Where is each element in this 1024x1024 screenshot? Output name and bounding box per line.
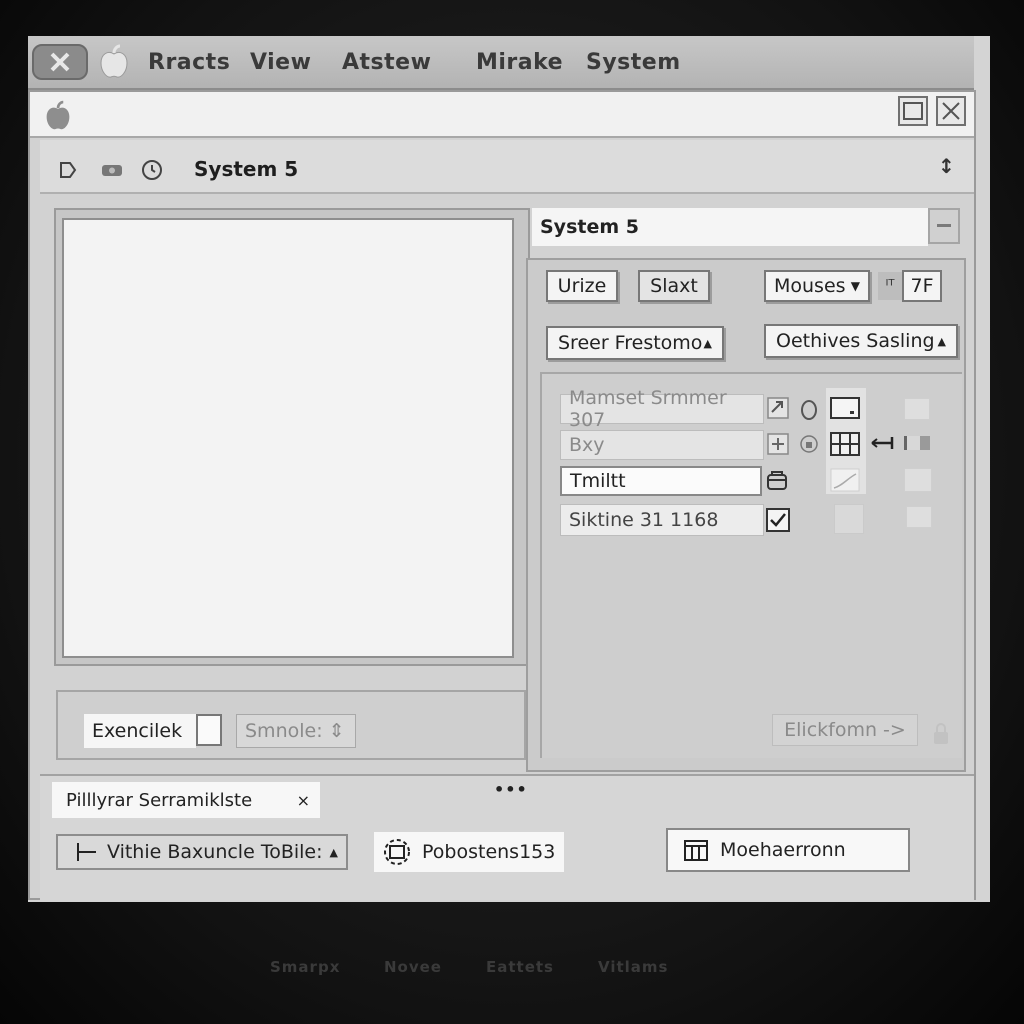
exencilek-checkbox[interactable]: [196, 714, 222, 746]
oethives-sasling-label: Oethives Sasling: [776, 330, 935, 352]
moehaerronn-label: Moehaerronn: [720, 839, 846, 861]
right-header-collapse-button[interactable]: [928, 208, 960, 244]
close-button[interactable]: [936, 96, 966, 126]
toolbar-resize-glyph[interactable]: ↕: [938, 154, 955, 178]
drawing-canvas[interactable]: [62, 218, 514, 658]
menu-item-mirake[interactable]: Mirake: [476, 50, 563, 75]
taskbar-item-vitlams[interactable]: Vitlams: [598, 958, 668, 976]
calendar-icon: [684, 840, 708, 861]
vithie-dropdown-label: Vithie Baxuncle ToBile:: [107, 841, 323, 863]
lock-faded-icon: [934, 723, 948, 744]
system-menu-button[interactable]: [32, 44, 88, 80]
faded-tool-slot-3[interactable]: [906, 506, 932, 528]
maximize-icon: [903, 102, 923, 120]
camera-icon[interactable]: [100, 162, 124, 178]
elickfomn-button[interactable]: Elickfomn ->: [772, 714, 918, 746]
menu-item-view[interactable]: View: [250, 50, 311, 75]
window-titlebar[interactable]: [30, 92, 974, 138]
chevron-down-icon: ▼: [850, 279, 860, 293]
clock-icon[interactable]: [140, 158, 164, 182]
add-icon[interactable]: [766, 432, 790, 456]
gear-icon: [384, 839, 410, 865]
rectangle-tool-icon[interactable]: [828, 394, 862, 422]
taskbar-item-novee[interactable]: Novee: [384, 958, 442, 976]
lock-icon[interactable]: [798, 432, 820, 454]
faded-tool-slot-1[interactable]: [904, 398, 930, 420]
collapse-icon: [937, 224, 951, 227]
exencilek-label: Exencilek: [92, 720, 183, 742]
curve-tool-icon[interactable]: [828, 466, 862, 494]
status-chip-label: Pilllyrar Serramiklste: [66, 789, 253, 811]
form-row-bxy-text: Bxy: [569, 434, 605, 456]
toolbar: [40, 140, 974, 194]
sreer-frestomo-dropdown[interactable]: Sreer Frestomo ▲: [546, 326, 724, 360]
urize-button[interactable]: Urize: [546, 270, 618, 302]
toolbar-title: System 5: [194, 157, 299, 181]
slider-handle-icon[interactable]: [902, 432, 932, 454]
form-row-bxy[interactable]: Bxy: [560, 430, 764, 460]
blank-tool-slot[interactable]: [834, 504, 864, 534]
form-row-tmiltt[interactable]: Tmiltt: [560, 466, 762, 496]
status-chip[interactable]: Pilllyrar Serramiklste ×: [52, 782, 320, 818]
moehaerronn-field[interactable]: Moehaerronn: [666, 828, 910, 872]
oethives-sasling-dropdown[interactable]: Oethives Sasling ▲: [764, 324, 958, 358]
form-row-mamset[interactable]: Mamset Srmmer 307: [560, 387, 764, 431]
mouses-dropdown-label: Mouses: [774, 275, 846, 297]
arrow-left-icon[interactable]: [870, 434, 896, 452]
document-icon[interactable]: [58, 160, 78, 180]
chevron-up-icon: ▲: [703, 336, 712, 350]
ellipse-tool-icon[interactable]: [798, 398, 820, 422]
menu-item-rracts[interactable]: Rracts: [148, 50, 230, 75]
form-row-mamset-text: Mamset Srmmer 307: [569, 387, 727, 431]
slaxt-button[interactable]: Slaxt: [638, 270, 710, 302]
more-dots-icon[interactable]: •••: [494, 780, 528, 799]
close-icon[interactable]: ×: [297, 791, 310, 810]
form-row-siktine[interactable]: Siktine 31 1168: [560, 504, 764, 536]
flag-icon: [77, 843, 96, 861]
form-row-tmiltt-text: Tmiltt: [570, 470, 626, 492]
value-box-7f[interactable]: 7F: [902, 270, 942, 302]
chevron-up-icon: ▲: [937, 334, 946, 348]
window-apple-icon: [46, 100, 70, 130]
menu-item-system[interactable]: System: [586, 50, 681, 75]
printer-icon[interactable]: [764, 468, 790, 494]
close-icon: [942, 102, 960, 120]
pobostens-badge[interactable]: Pobostens153: [374, 832, 564, 872]
apple-icon[interactable]: [98, 44, 130, 80]
pobostens-label: Pobostens153: [422, 841, 556, 863]
grid-tool-icon[interactable]: [828, 430, 862, 458]
exencilek-field[interactable]: Exencilek: [84, 714, 196, 748]
smnole-button[interactable]: Smnole: ⇕: [236, 714, 356, 748]
chevron-up-icon: ▲: [329, 845, 338, 859]
form-row-siktine-text: Siktine 31 1168: [569, 509, 719, 531]
checkbox-checked-icon[interactable]: [764, 506, 792, 534]
right-header-title-bar: System 5: [532, 208, 928, 246]
expand-icon[interactable]: [766, 396, 790, 420]
taskbar-item-smarpx[interactable]: Smarpx: [270, 958, 340, 976]
taskbar-item-eattets[interactable]: Eattets: [486, 958, 554, 976]
right-header-title: System 5: [540, 216, 639, 238]
smnole-label: Smnole: ⇕: [245, 720, 345, 742]
maximize-button[interactable]: [898, 96, 928, 126]
elickfomn-label: Elickfomn ->: [784, 719, 906, 741]
text-format-icon[interactable]: ᴵᵀ: [878, 272, 902, 300]
sreer-frestomo-label: Sreer Frestomo: [558, 332, 703, 354]
menu-item-atstew[interactable]: Atstew: [342, 50, 431, 75]
vithie-dropdown[interactable]: Vithie Baxuncle ToBile: ▲: [56, 834, 348, 870]
mouses-dropdown[interactable]: Mouses ▼: [764, 270, 870, 302]
faded-tool-slot-2[interactable]: [904, 468, 932, 492]
close-icon: [50, 52, 70, 72]
